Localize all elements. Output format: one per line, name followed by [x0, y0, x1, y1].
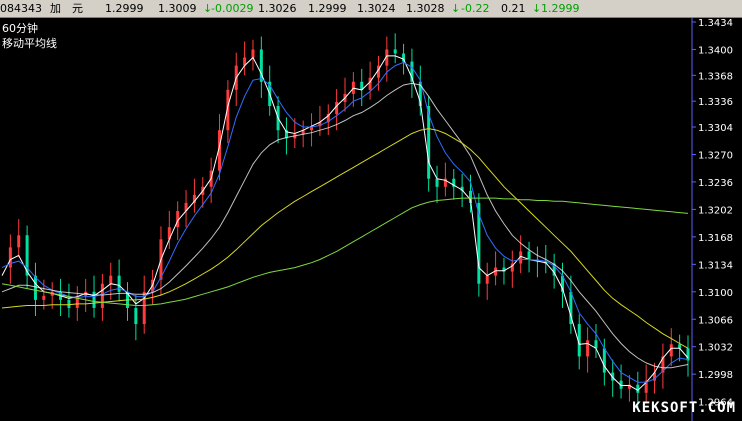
candle-body: [435, 178, 439, 187]
watermark: KEKSOFT.COM: [632, 400, 736, 416]
y-tick-label: 1.3236: [698, 178, 733, 189]
candle-body: [669, 344, 673, 357]
candle-body: [678, 344, 682, 349]
last-arrow-icon: ↓: [532, 2, 542, 15]
y-tick-label: 1.3100: [698, 288, 733, 299]
candle-body: [92, 291, 96, 308]
y-tick-label: 1.2998: [698, 370, 733, 381]
pct-value: -0.22: [461, 2, 490, 15]
candle-body: [67, 299, 71, 308]
y-tick-label: 1.3434: [698, 18, 733, 29]
candle-body: [251, 49, 255, 58]
symbol-name: 加 元: [50, 2, 83, 15]
y-tick-label: 1.3032: [698, 343, 733, 354]
y-tick-label: 1.3400: [698, 45, 733, 56]
candle-body: [485, 275, 489, 284]
pct-arrow-icon: ↓: [451, 2, 461, 15]
y-tick-label: 1.3304: [698, 123, 733, 134]
y-tick-label: 1.3134: [698, 260, 733, 271]
candle-body: [335, 101, 339, 115]
candle-body: [134, 307, 138, 325]
y-tick-label: 1.3168: [698, 233, 733, 244]
low-value: 1.3026: [258, 2, 297, 15]
symbol-code: 084343: [0, 2, 42, 15]
candle-body: [33, 275, 37, 300]
candle-body: [42, 295, 46, 300]
last-value: 1.2999: [541, 2, 580, 15]
bid-value: 1.3024: [357, 2, 396, 15]
candle-body: [100, 283, 104, 308]
change-value: -0.0029: [211, 2, 254, 15]
candle-body: [602, 348, 606, 373]
high-value: 1.3009: [158, 2, 197, 15]
y-tick-label: 1.3066: [698, 315, 733, 326]
open-value: 1.2999: [105, 2, 144, 15]
ma-line-3: [1, 82, 689, 369]
candle-body: [109, 275, 113, 284]
prev-value: 1.2999: [308, 2, 347, 15]
price-chart[interactable]: 1.3434 1.3400 1.3368 1.3336 1.3304 1.3270 1.32…: [0, 18, 742, 421]
ask-value: 1.3028: [406, 2, 445, 15]
ma-line-5: [1, 197, 689, 306]
candle-body: [527, 251, 531, 260]
y-tick-label: 1.3202: [698, 205, 733, 216]
indicator-label: 移动平均线: [2, 37, 57, 50]
spread-value: 0.21: [501, 2, 526, 15]
y-tick-label: 1.3368: [698, 71, 733, 82]
candle-body: [17, 235, 21, 248]
candle-body: [393, 49, 397, 54]
candle-body: [686, 348, 690, 361]
candle-body: [586, 340, 590, 357]
ma-line-4: [1, 128, 689, 349]
period-label: 60分钟: [2, 22, 38, 35]
quote-bar: 084343 加 元 1.2999 1.3009 ↓ -0.0029 1.302…: [0, 0, 742, 18]
y-tick-label: 1.3270: [698, 150, 733, 161]
y-tick-label: 1.3336: [698, 97, 733, 108]
